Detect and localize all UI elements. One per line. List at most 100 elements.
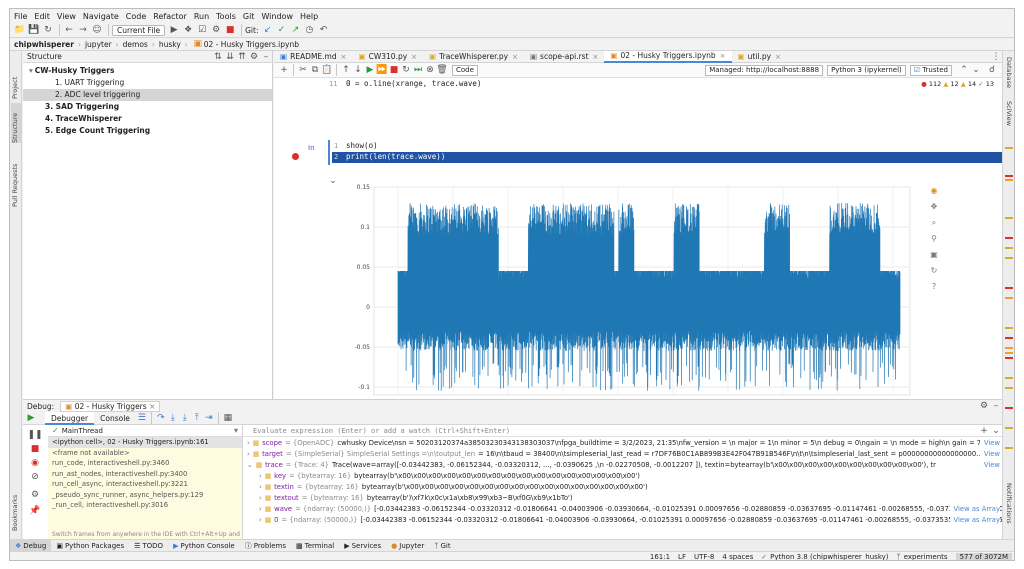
pan-icon[interactable]: ✥: [931, 202, 938, 211]
jupyter-server-select[interactable]: Managed: http://localhost:8888: [705, 64, 824, 76]
stack-frame[interactable]: run_code, interactiveshell.py:3460: [48, 458, 242, 469]
bottom-tab-problems[interactable]: ⓘ Problems: [240, 540, 291, 552]
close-icon[interactable]: ×: [411, 51, 417, 63]
add-watch-icon[interactable]: +: [978, 425, 990, 437]
sync-icon[interactable]: ↻: [42, 24, 54, 36]
tab-console[interactable]: Console: [94, 412, 136, 425]
chevron-right-icon[interactable]: ›: [259, 472, 262, 480]
variable-row[interactable]: › ▦ textout = {bytearray: 16} bytearray(b')\…: [243, 493, 1002, 504]
inspection-marker[interactable]: [1005, 377, 1013, 379]
close-icon[interactable]: ×: [341, 51, 347, 63]
git-commit-icon[interactable]: ✓: [275, 24, 287, 36]
chevron-right-icon[interactable]: ›: [259, 483, 262, 491]
inspection-marker[interactable]: [1005, 147, 1013, 149]
menu-view[interactable]: View: [57, 12, 76, 21]
variable-row[interactable]: › ▦ target = {SimpleSerial} SimpleSerial Se…: [243, 449, 1002, 460]
clear-outputs-icon[interactable]: ⊗: [424, 64, 436, 76]
stack-frame[interactable]: run_cell_async, interactiveshell.py:3221: [48, 479, 242, 490]
minimize-icon[interactable]: –: [990, 400, 1002, 412]
file-encoding[interactable]: UTF-8: [694, 553, 714, 560]
breadcrumb-project[interactable]: chipwhisperer: [14, 40, 74, 49]
breadcrumb-folder-jupyter[interactable]: jupyter: [85, 40, 112, 49]
chevron-down-icon[interactable]: ⌄: [327, 175, 339, 187]
open-folder-icon[interactable]: 📁: [14, 24, 26, 36]
run-to-cursor-icon[interactable]: ⇥: [203, 412, 215, 424]
cut-icon[interactable]: ✂: [297, 64, 309, 76]
view-link[interactable]: View: [979, 449, 1000, 460]
git-rollback-icon[interactable]: ↶: [317, 24, 329, 36]
caret-position[interactable]: 161:1: [650, 553, 670, 560]
close-icon[interactable]: ×: [720, 50, 726, 62]
error-stripe[interactable]: [1005, 147, 1013, 467]
breadcrumb-file[interactable]: 02 - Husky Triggers.ipynb: [204, 40, 299, 49]
structure-item-uart-triggering[interactable]: 1. UART Triggering: [23, 77, 272, 89]
globe-icon[interactable]: ☌: [986, 64, 998, 76]
add-cell-icon[interactable]: +: [278, 64, 290, 76]
close-icon[interactable]: ×: [775, 51, 781, 63]
tool-tab-structure[interactable]: Structure: [11, 103, 21, 143]
copy-icon[interactable]: ⧉: [309, 64, 321, 76]
user-icon[interactable]: ☺: [91, 24, 103, 36]
menu-run[interactable]: Run: [194, 12, 209, 21]
tool-tab-database[interactable]: Database: [1003, 57, 1013, 97]
breadcrumb-folder-demos[interactable]: demos: [123, 40, 148, 49]
inspection-marker[interactable]: [1005, 347, 1013, 349]
chevron-right-icon[interactable]: ›: [259, 494, 262, 502]
stop-kernel-icon[interactable]: ■: [388, 64, 400, 76]
restart-kernel-icon[interactable]: ↻: [400, 64, 412, 76]
gear-icon[interactable]: ⚙: [248, 51, 260, 63]
stack-frame[interactable]: <ipython cell>, 02 - Husky Triggers.ipyn…: [48, 437, 242, 448]
kernel-select[interactable]: Python 3 (ipykernel): [827, 64, 906, 76]
tab-util[interactable]: ▣ util.py ×: [732, 51, 787, 63]
gear-icon[interactable]: ⚙: [29, 489, 41, 501]
inspection-marker[interactable]: [1005, 257, 1013, 259]
paste-icon[interactable]: 📋: [321, 64, 333, 76]
bottom-tab-services[interactable]: ▶ Services: [339, 540, 386, 552]
menu-git[interactable]: Git: [243, 12, 255, 21]
python-interpreter[interactable]: Python 3.8 (chipwhisperer_husky): [770, 553, 888, 560]
stop-icon[interactable]: ■: [224, 24, 236, 36]
tab-scope-api[interactable]: ▣ scope-api.rst ×: [524, 51, 604, 63]
structure-item-edge-count-triggering[interactable]: 5. Edge Count Triggering: [23, 125, 272, 137]
tool-tab-project[interactable]: Project: [11, 59, 21, 99]
reset-icon[interactable]: ↻: [931, 266, 938, 275]
variable-row[interactable]: › ▦ 0 = {ndarray: (50000,)} [-0.03442383 -0.…: [243, 515, 1002, 526]
menu-window[interactable]: Window: [261, 12, 293, 21]
inspection-marker[interactable]: [1005, 352, 1013, 354]
tool-tab-pull-requests[interactable]: Pull Requests: [11, 147, 21, 207]
tab-cw310[interactable]: ▣ CW310.py ×: [353, 51, 424, 63]
bottom-tab-debug[interactable]: ❖ Debug: [10, 539, 52, 552]
stack-frame[interactable]: _pseudo_sync_runner, async_helpers.py:12…: [48, 490, 242, 501]
logo-icon[interactable]: ◉: [931, 186, 938, 195]
chevron-down-icon[interactable]: ⌄: [990, 425, 1002, 437]
menu-tools[interactable]: Tools: [216, 12, 236, 21]
view-breakpoints-icon[interactable]: ◉: [29, 457, 41, 469]
tool-tab-bookmarks[interactable]: Bookmarks: [11, 491, 21, 531]
debug-session-tab[interactable]: ▣ 02 - Husky Triggers ×: [60, 400, 161, 412]
bottom-tab-jupyter[interactable]: ● Jupyter: [386, 540, 429, 552]
menu-code[interactable]: Code: [126, 12, 146, 21]
menu-file[interactable]: File: [14, 12, 27, 21]
view-link[interactable]: View as Array: [949, 515, 1000, 526]
collapse-all-icon[interactable]: ⇈: [236, 51, 248, 63]
tab-tracewhisperer[interactable]: ▣ TraceWhisperer.py ×: [423, 51, 524, 63]
wheel-zoom-icon[interactable]: ⚲: [931, 234, 937, 243]
minimize-icon[interactable]: –: [260, 51, 272, 63]
inspection-marker[interactable]: [1005, 327, 1013, 329]
code-line-1[interactable]: show(o): [346, 141, 378, 150]
debug-run-icon[interactable]: ❖: [182, 24, 194, 36]
inspection-marker[interactable]: [1005, 387, 1013, 389]
view-link[interactable]: View: [979, 438, 1000, 449]
code-line-2[interactable]: print(len(trace.wave)): [346, 152, 445, 161]
stack-frame[interactable]: <frame not available>: [48, 448, 242, 459]
thread-select[interactable]: ✓ MainThread ▾: [48, 425, 242, 437]
git-push-icon[interactable]: ↗: [289, 24, 301, 36]
inspection-marker[interactable]: [1005, 337, 1013, 339]
variable-row[interactable]: ⌄ ▦ trace = {Trace: 4} Trace(wave=array([-0.…: [243, 460, 1002, 471]
close-icon[interactable]: ×: [593, 51, 599, 63]
sort-icon[interactable]: ⇅: [212, 51, 224, 63]
coverage-icon[interactable]: ☑: [196, 24, 208, 36]
inspection-marker[interactable]: [1005, 175, 1013, 177]
run-all-icon[interactable]: ⏩: [376, 64, 388, 76]
breakpoint-icon[interactable]: [292, 153, 299, 160]
